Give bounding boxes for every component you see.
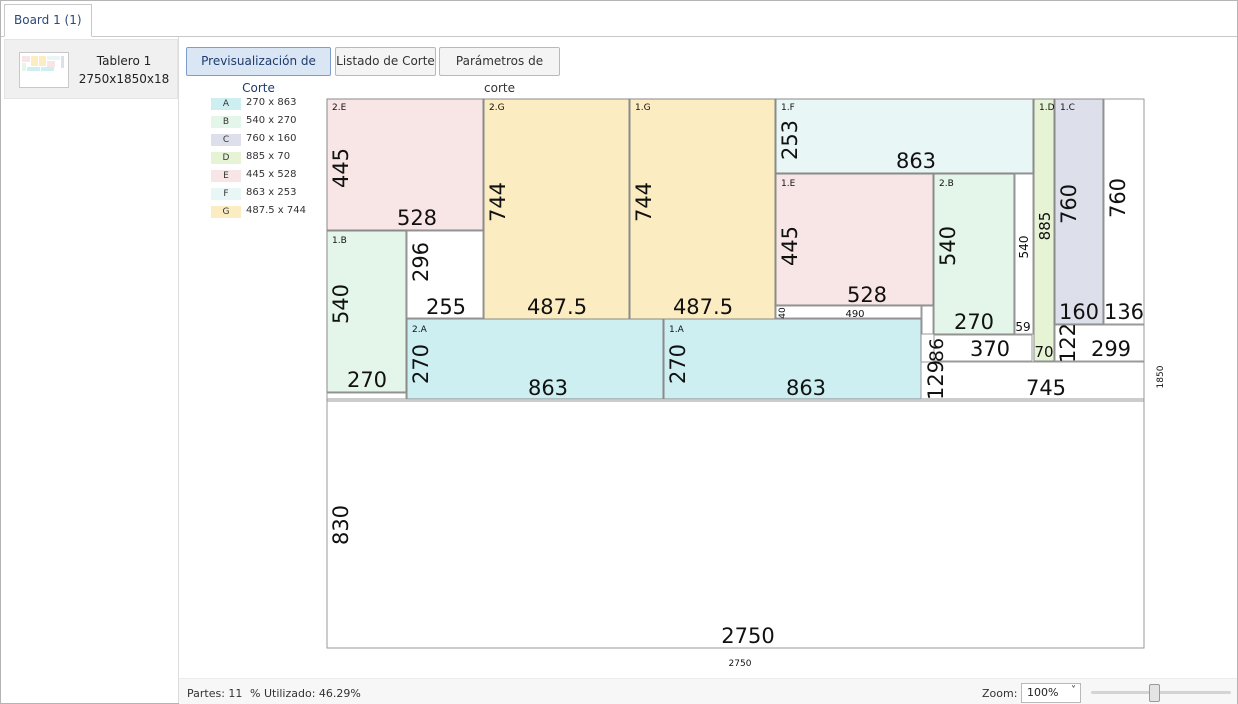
- piece-width-label: 160: [1059, 300, 1099, 324]
- piece-id-label: 1.E: [781, 179, 796, 189]
- waste-width-label: 255: [426, 295, 466, 319]
- waste-width-label: 299: [1091, 337, 1131, 361]
- parts-count: Partes: 11: [187, 687, 243, 700]
- piece-id-label: 1.F: [781, 103, 795, 113]
- piece-height-label: 540: [936, 226, 960, 266]
- waste-height-label: 540: [1017, 236, 1031, 259]
- board-width-label: 2750: [729, 659, 752, 669]
- piece-height-label: 445: [778, 226, 802, 266]
- waste-sliver: [921, 305, 934, 335]
- piece-width-label: 528: [397, 206, 437, 230]
- piece-width-label: 487.5: [527, 295, 587, 319]
- piece-width-label: 863: [786, 376, 826, 400]
- piece-width-label: 863: [528, 376, 568, 400]
- piece-width-label: 270: [954, 310, 994, 334]
- waste-sliver: [326, 392, 407, 400]
- piece-height-label: 540: [329, 284, 353, 324]
- piece-height-label: 445: [329, 148, 353, 188]
- waste-height-label: 122: [1056, 323, 1080, 363]
- waste-height-label: 86: [926, 338, 948, 362]
- piece-id-label: 1.D: [1039, 103, 1055, 113]
- waste-height-label: 40: [778, 307, 788, 319]
- piece-height-label: 253: [778, 120, 802, 160]
- zoom-select[interactable]: 100% ˅: [1021, 683, 1081, 703]
- waste-width-label: 2750: [721, 624, 774, 648]
- waste-height-label: 760: [1106, 178, 1130, 218]
- piece-id-label: 2.E: [332, 103, 347, 113]
- waste-height-label: 129: [924, 360, 948, 400]
- status-bar: Partes: 11 % Utilizado: 46.29% Zoom: 100…: [179, 678, 1237, 704]
- piece-id-label: 2.A: [412, 325, 428, 335]
- piece-width-label: 528: [847, 283, 887, 307]
- waste-width-label: 490: [845, 309, 864, 320]
- piece-width-label: 487.5: [673, 295, 733, 319]
- waste-width-label: 59: [1015, 320, 1030, 334]
- waste-width-label: 370: [970, 337, 1010, 361]
- utilization-percent: % Utilizado: 46.29%: [250, 687, 361, 700]
- piece-height-label: 270: [666, 344, 690, 384]
- piece-height-label: 270: [409, 344, 433, 384]
- piece-id-label: 1.A: [669, 325, 685, 335]
- piece-id-label: 1.G: [635, 103, 651, 113]
- waste-width-label: 136: [1104, 300, 1144, 324]
- zoom-slider-handle[interactable]: [1149, 684, 1160, 702]
- piece-height-label: 744: [632, 182, 656, 222]
- piece-height-label: 885: [1036, 212, 1054, 241]
- waste-width-label: 745: [1026, 376, 1066, 400]
- piece-height-label: 744: [486, 182, 510, 222]
- piece-height-label: 760: [1057, 184, 1081, 224]
- piece-width-label: 70: [1034, 343, 1053, 361]
- chevron-down-icon: ˅: [1071, 685, 1076, 696]
- piece-width-label: 863: [896, 149, 936, 173]
- waste-area: [326, 400, 1145, 649]
- zoom-label: Zoom:: [982, 687, 1018, 700]
- board-height-label: 1850: [1156, 365, 1166, 388]
- zoom-value: 100%: [1027, 686, 1059, 699]
- piece-id-label: 2.B: [939, 179, 954, 189]
- waste-height-label: 830: [329, 505, 353, 545]
- zoom-slider[interactable]: [1091, 684, 1231, 702]
- app-window: Board 1 (1) Tablero 1 2750x1850x18 Previ…: [0, 0, 1238, 704]
- piece-width-label: 270: [347, 368, 387, 392]
- piece-id-label: 1.B: [332, 236, 347, 246]
- waste-height-label: 296: [409, 242, 433, 282]
- cutting-layout-canvas[interactable]: 2.E 528 445 2.G 487.5 744 1.G 487.5 744 1.F 863 253…: [0, 0, 1238, 704]
- piece-id-label: 2.G: [489, 103, 505, 113]
- piece-id-label: 1.C: [1060, 103, 1075, 113]
